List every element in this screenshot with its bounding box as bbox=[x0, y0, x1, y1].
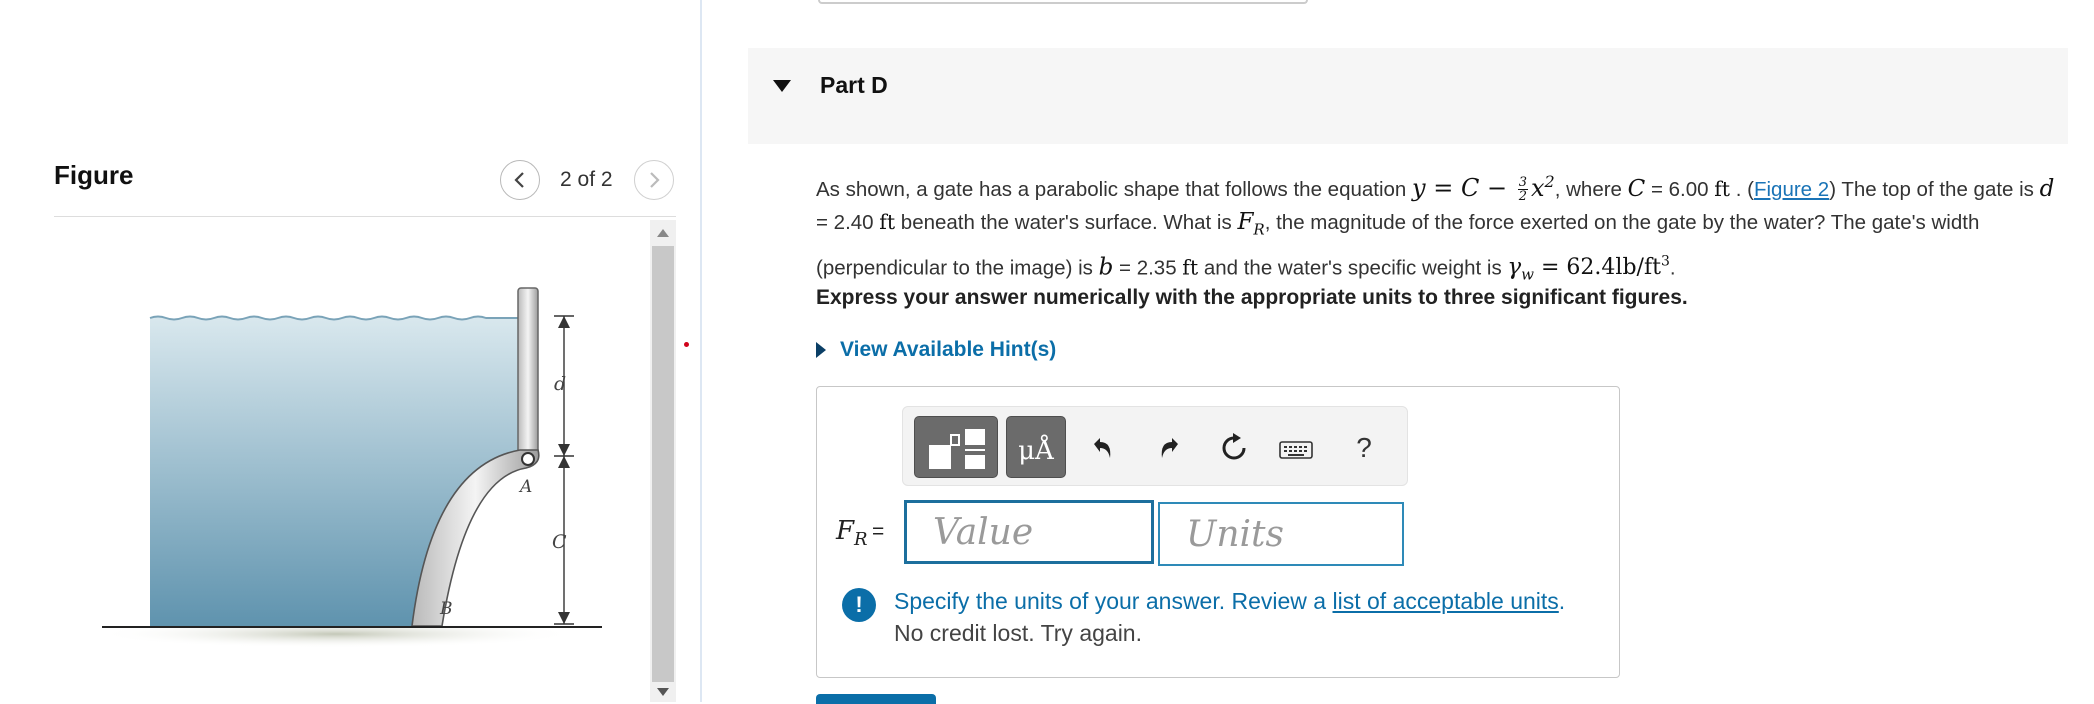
redo-button[interactable] bbox=[1150, 428, 1190, 468]
reset-icon bbox=[1222, 433, 1246, 460]
equation: y = C − 3 2 x2 bbox=[1412, 172, 1555, 204]
previous-figure-button[interactable] bbox=[500, 160, 540, 200]
label-a: A bbox=[518, 477, 532, 497]
part-d-collapse-toggle[interactable] bbox=[770, 74, 794, 98]
undo-button[interactable] bbox=[1082, 428, 1122, 468]
figure-header-divider bbox=[54, 216, 676, 217]
figure-title: Figure bbox=[54, 160, 134, 190]
label-c: C bbox=[552, 531, 567, 553]
scroll-up-button[interactable] bbox=[650, 222, 676, 244]
panel-divider[interactable] bbox=[700, 0, 702, 702]
help-button[interactable]: ? bbox=[1344, 428, 1384, 468]
view-hints-label[interactable]: View Available Hint(s) bbox=[840, 338, 1056, 362]
answer-equals: = bbox=[872, 520, 885, 543]
label-d: d bbox=[554, 373, 566, 395]
value-input[interactable] bbox=[904, 500, 1154, 564]
problem-text: As shown, a gate has a parabolic shape t… bbox=[816, 178, 1413, 201]
templates-button[interactable] bbox=[914, 416, 998, 478]
caret-down-icon bbox=[773, 80, 791, 92]
answer-variable-label: FR bbox=[836, 516, 868, 551]
keyboard-icon bbox=[1279, 441, 1313, 459]
chevron-left-icon bbox=[514, 172, 524, 188]
figure-page-count: 2 of 2 bbox=[560, 168, 613, 191]
water bbox=[150, 316, 520, 626]
answer-instruction: Express your answer numerically with the… bbox=[816, 286, 1688, 309]
gate-diagram: d C A B bbox=[96, 287, 602, 648]
alert-icon: ! bbox=[842, 588, 876, 622]
figure-2-link[interactable]: Figure 2 bbox=[1754, 178, 1829, 201]
feedback-message: Specify the units of your answer. Review… bbox=[894, 588, 1566, 614]
units-input[interactable] bbox=[1158, 502, 1404, 566]
undo-icon bbox=[1094, 438, 1111, 458]
view-hints-toggle[interactable]: View Available Hint(s) bbox=[816, 338, 1056, 362]
label-b: B bbox=[439, 599, 453, 619]
scroll-down-button[interactable] bbox=[650, 682, 676, 702]
chevron-right-icon bbox=[650, 172, 660, 188]
part-title: Part D bbox=[820, 72, 888, 98]
wall-post bbox=[517, 287, 539, 457]
redo-icon bbox=[1161, 438, 1178, 458]
keyboard-shortcuts-button[interactable] bbox=[1276, 430, 1316, 470]
submit-button[interactable] bbox=[816, 694, 936, 704]
acceptable-units-link[interactable]: list of acceptable units bbox=[1333, 588, 1559, 614]
templates-icon bbox=[929, 429, 985, 469]
units-symbol-button[interactable]: μÅ bbox=[1006, 416, 1066, 478]
triangle-up-icon bbox=[657, 229, 669, 237]
previous-part-box-edge bbox=[818, 0, 1308, 4]
caret-right-icon bbox=[816, 342, 826, 358]
next-figure-button[interactable] bbox=[634, 160, 674, 200]
hinge-pin bbox=[521, 452, 535, 466]
mu-angstrom-icon: μÅ bbox=[1018, 436, 1054, 466]
reset-button[interactable] bbox=[1214, 428, 1254, 468]
water-surface bbox=[149, 315, 520, 321]
red-dot-marker bbox=[684, 342, 689, 347]
feedback-note: No credit lost. Try again. bbox=[894, 620, 1142, 646]
triangle-down-icon bbox=[657, 688, 669, 696]
part-d-header[interactable] bbox=[748, 48, 2068, 144]
problem-statement: As shown, a gate has a parabolic shape t… bbox=[816, 172, 2055, 284]
figure-scrollbar-thumb[interactable] bbox=[652, 246, 674, 682]
